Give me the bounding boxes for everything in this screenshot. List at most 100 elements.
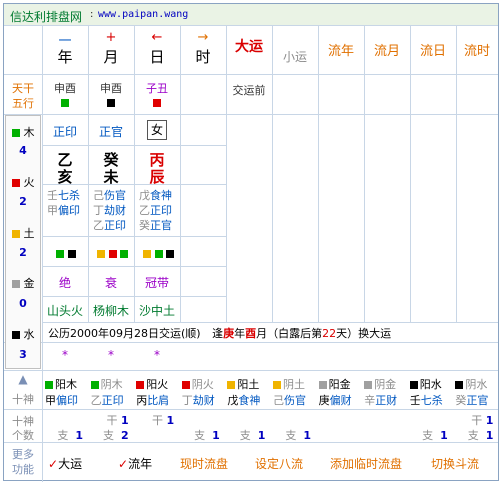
label-geshu: 个数 [12, 429, 34, 442]
count-cell [361, 410, 406, 441]
count-metal: 0 [19, 297, 27, 310]
pillar-month-square [107, 99, 115, 107]
element-square [90, 381, 99, 389]
count-cell: 支 1 [194, 429, 220, 442]
shishen-cell: 阴火 丁劫财 [179, 373, 224, 408]
element-square [273, 381, 281, 389]
element-square [364, 381, 373, 389]
pillar-year-zhi: 亥 [57, 168, 73, 186]
shishen-gan: 庚 [318, 394, 330, 407]
col-liushi[interactable]: 流时 [456, 40, 498, 59]
shishen-cell: 阴金 辛正财 [361, 373, 406, 408]
element-square [136, 381, 145, 389]
col-hour[interactable]: 时 [180, 46, 226, 67]
element-counts: 木 4 火 2 土 2 金 0 水 3 [5, 115, 41, 369]
label-more: 更多 [12, 448, 34, 461]
shishen-cell: 阳土 戊食神 [224, 373, 269, 408]
col-year[interactable]: 年 [42, 46, 88, 67]
yinyang-element: 阳火 [146, 378, 169, 391]
pillar-month-shishen: 正官 [98, 125, 123, 139]
yinyang-element: 阳水 [419, 378, 442, 391]
switch-dou-flow-button[interactable]: 切换斗流 [431, 455, 479, 472]
star-year: * [62, 348, 68, 362]
yinyang-element: 阳金 [328, 378, 351, 391]
shishen-gan: 甲 [45, 394, 56, 407]
pillar-month-xunkong: 申酉 [100, 82, 122, 95]
gender-badge: 女 [147, 120, 167, 140]
col-month[interactable]: 月 [88, 46, 134, 67]
yinyang-element: 阴木 [100, 378, 123, 391]
pillar-day-xunkong: 子丑 [146, 82, 168, 95]
shishen-cell: 阳火 丙比肩 [133, 373, 178, 408]
shishen-gan: 辛 [364, 394, 376, 407]
element-earth: 土 [23, 227, 35, 240]
element-water: 水 [23, 328, 35, 341]
col-hour-mark[interactable]: → [180, 30, 226, 45]
site-name: 信达利排盘网 [10, 10, 83, 24]
shishen-gan: 癸 [455, 394, 467, 407]
set-eight-flow-button[interactable]: 设定八流 [255, 455, 303, 472]
metal-square [12, 280, 20, 288]
collapse-triangle-icon[interactable]: ▲ [4, 372, 42, 386]
shishen-god: 偏财 [329, 394, 352, 407]
yinyang-element: 阴土 [283, 378, 305, 391]
count-wood: 4 [19, 144, 27, 157]
star-month: * [108, 348, 114, 362]
count-fire: 2 [19, 195, 27, 208]
shishen-god: 伤官 [284, 394, 306, 407]
col-month-mark: + [105, 30, 117, 45]
count-cell [316, 410, 361, 441]
count-earth: 2 [19, 246, 27, 259]
col-day-mark[interactable]: ← [134, 30, 180, 45]
pillar-year-changsheng: 绝 [58, 276, 71, 290]
shishen-cell: 阴土 己伤官 [270, 373, 315, 408]
count-cell: 干 1 [152, 414, 175, 427]
shishen-god: 正财 [375, 394, 398, 407]
pillar-month-zhi: 未 [103, 168, 119, 186]
col-liuyue[interactable]: 流月 [364, 40, 410, 59]
col-dayun[interactable]: 大运 [226, 36, 272, 56]
pillar-day-square [153, 99, 161, 107]
count-water: 3 [19, 348, 27, 361]
yinyang-element: 阴火 [191, 378, 214, 391]
element-square [318, 381, 327, 389]
pillar-year-square [61, 99, 69, 107]
shishen-gan: 丁 [181, 394, 193, 407]
element-wood: 木 [23, 126, 35, 139]
yinyang-element: 阴水 [465, 378, 488, 391]
shishen-god: 比肩 [147, 394, 170, 407]
pillar-day-changsheng: 冠带 [144, 276, 169, 290]
shishen-god: 正官 [466, 394, 489, 407]
pillar-day-nayin: 沙中土 [138, 304, 175, 318]
shishen-gan: 乙 [90, 394, 102, 407]
col-day[interactable]: 日 [134, 46, 180, 67]
shishen-cell: 阴木乙正印 [88, 373, 133, 408]
col-liunian[interactable]: 流年 [318, 40, 364, 59]
star-day: * [154, 348, 160, 362]
col-liuri[interactable]: 流日 [410, 40, 456, 59]
count-cell: 支 1 [57, 429, 83, 442]
pillar-month-canggan: 己伤官 丁劫财 乙正印 [93, 189, 126, 232]
toggle-liunian[interactable]: ✓流年 [118, 455, 152, 472]
element-square [45, 381, 53, 389]
label-shishen: 十神 [12, 393, 34, 406]
col-xiaoyun[interactable]: 小运 [272, 48, 318, 65]
toggle-dayun[interactable]: ✓大运 [48, 455, 82, 472]
now-flow-button[interactable]: 现时流盘 [180, 455, 228, 472]
yinyang-element: 阳土 [237, 378, 260, 391]
pillar-year-nayin: 山头火 [46, 304, 83, 318]
pillar-year-canggan: 壬七杀 甲偏印 [47, 189, 80, 217]
shishen-god: 偏印 [56, 394, 78, 407]
element-square [181, 381, 190, 389]
pillar-day-canggan: 戊食神 乙正印 癸正官 [139, 189, 172, 232]
label-func: 功能 [12, 463, 34, 476]
pillar-month-changsheng: 衰 [104, 276, 117, 290]
label-tiangan: 天干 [12, 82, 34, 95]
shishen-cell: 阳水 壬七杀 [407, 373, 452, 408]
count-cell: 支 1 [422, 429, 448, 442]
shishen-god: 七杀 [420, 394, 443, 407]
add-temp-flow-button[interactable]: 添加临时流盘 [330, 455, 402, 472]
site-url[interactable]: www.paipan.wang [98, 9, 188, 20]
element-square [227, 381, 236, 389]
shishen-god: 正印 [101, 394, 124, 407]
